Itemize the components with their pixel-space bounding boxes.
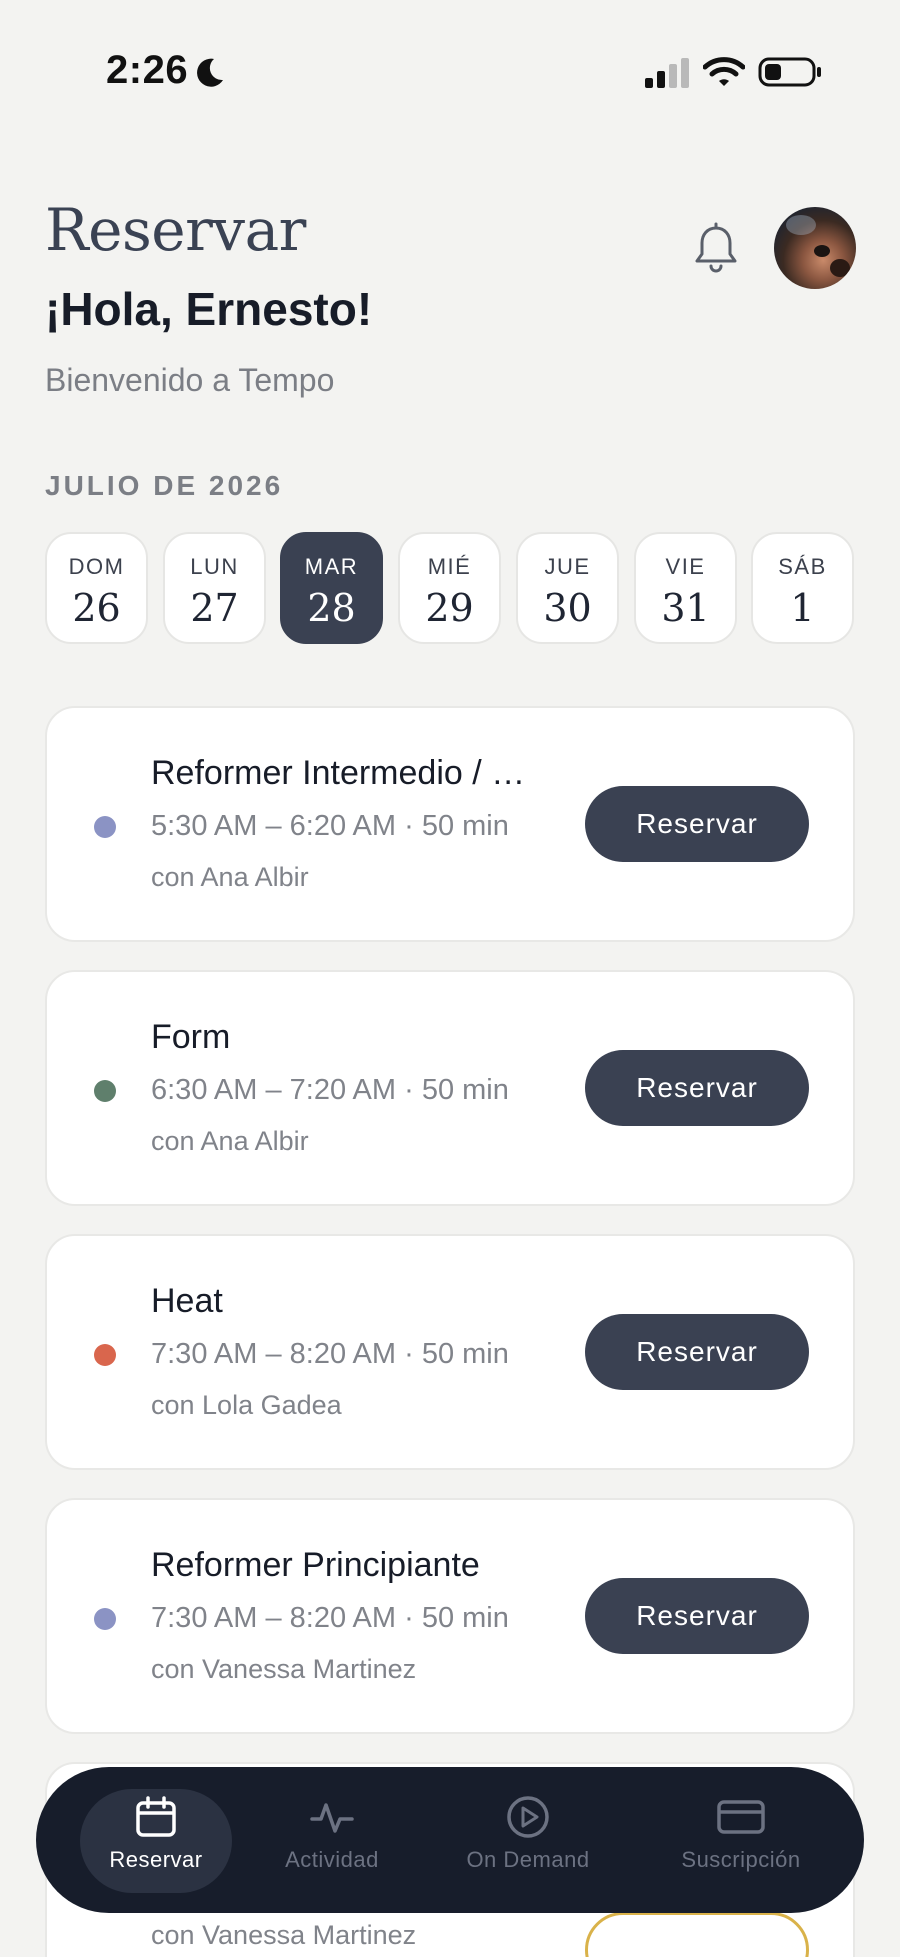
day-selector: DOM 26 LUN 27 MAR 28 MIÉ 29 JUE 30 VIE 3… — [45, 532, 857, 644]
day-number: 31 — [661, 586, 710, 630]
class-color-dot — [94, 1608, 116, 1630]
day-number: 26 — [72, 586, 121, 630]
calendar-icon — [136, 1796, 176, 1837]
class-name: Heat — [151, 1282, 223, 1320]
class-name: Reformer Intermedio / … — [151, 754, 526, 792]
class-time: 5:30 AM – 6:20 AM · 50 min — [151, 810, 509, 842]
welcome-text: Bienvenido a Tempo — [45, 362, 335, 398]
day-number: 27 — [190, 586, 239, 630]
day-of-week: VIE — [665, 554, 706, 579]
nav-item-actividad[interactable]: Actividad — [256, 1789, 408, 1893]
class-instructor: con Vanessa Martinez — [151, 1920, 417, 1950]
battery-icon — [758, 57, 821, 87]
class-name: Reformer Principiante — [151, 1546, 480, 1584]
day-chip-sat-1[interactable]: SÁB 1 — [751, 532, 854, 644]
play-circle-icon — [507, 1796, 549, 1838]
day-number: 30 — [543, 586, 592, 630]
reserve-button[interactable]: Reservar — [585, 786, 809, 862]
day-chip-mon-27[interactable]: LUN 27 — [163, 532, 266, 644]
notification-bell-icon[interactable] — [692, 222, 740, 274]
status-time: 2:26 — [106, 48, 189, 92]
wifi-icon — [703, 57, 745, 86]
app-screen: 2:26 Reservar ¡Hola, Ernesto! Bienvenido… — [0, 0, 900, 1957]
class-time: 7:30 AM – 8:20 AM · 50 min — [151, 1602, 509, 1634]
day-of-week: JUE — [544, 554, 591, 579]
status-bar: 2:26 — [0, 0, 900, 140]
day-of-week: MIÉ — [427, 554, 472, 579]
day-number: 28 — [307, 586, 356, 630]
bottom-nav: Reservar Actividad On Demand Suscripción — [36, 1767, 864, 1913]
credit-card-icon — [717, 1800, 765, 1834]
activity-icon — [310, 1803, 354, 1833]
reserve-button[interactable]: Reservar — [585, 1578, 809, 1654]
class-card[interactable]: Reformer Principiante 7:30 AM – 8:20 AM … — [45, 1498, 855, 1734]
class-color-dot — [94, 816, 116, 838]
class-instructor: con Lola Gadea — [151, 1390, 342, 1420]
day-of-week: LUN — [190, 554, 239, 579]
day-chip-fri-31[interactable]: VIE 31 — [634, 532, 737, 644]
nav-item-suscripcion[interactable]: Suscripción — [646, 1789, 836, 1893]
nav-item-on-demand[interactable]: On Demand — [440, 1789, 616, 1893]
class-time: 6:30 AM – 7:20 AM · 50 min — [151, 1074, 509, 1106]
day-of-week: SÁB — [778, 554, 827, 579]
month-label: JULIO DE 2026 — [45, 470, 284, 501]
class-card[interactable]: Heat 7:30 AM – 8:20 AM · 50 min con Lola… — [45, 1234, 855, 1470]
nav-label: Reservar — [109, 1847, 203, 1872]
page-title: Reservar — [45, 196, 306, 264]
reserve-button[interactable]: Reservar — [585, 1314, 809, 1390]
reserve-button-partial[interactable] — [585, 1912, 809, 1957]
user-avatar[interactable] — [774, 207, 856, 289]
day-number: 29 — [425, 586, 474, 630]
day-chip-sun-26[interactable]: DOM 26 — [45, 532, 148, 644]
class-name: Form — [151, 1018, 231, 1056]
class-instructor: con Vanessa Martinez — [151, 1654, 417, 1684]
cellular-signal-icon — [645, 58, 689, 88]
reserve-button[interactable]: Reservar — [585, 1050, 809, 1126]
day-of-week: DOM — [68, 554, 125, 579]
nav-item-reservar[interactable]: Reservar — [80, 1789, 232, 1893]
day-number: 1 — [790, 586, 815, 630]
day-of-week: MAR — [304, 554, 359, 579]
day-chip-wed-29[interactable]: MIÉ 29 — [398, 532, 501, 644]
class-card[interactable]: Reformer Intermedio / … 5:30 AM – 6:20 A… — [45, 706, 855, 942]
class-instructor: con Ana Albir — [151, 862, 309, 892]
nav-label: Suscripción — [681, 1847, 801, 1872]
class-color-dot — [94, 1080, 116, 1102]
class-instructor: con Ana Albir — [151, 1126, 309, 1156]
moon-icon — [197, 58, 223, 87]
class-color-dot — [94, 1344, 116, 1366]
day-chip-tue-28-selected[interactable]: MAR 28 — [280, 532, 383, 644]
day-chip-thu-30[interactable]: JUE 30 — [516, 532, 619, 644]
nav-label: On Demand — [466, 1847, 590, 1872]
class-card[interactable]: Form 6:30 AM – 7:20 AM · 50 min con Ana … — [45, 970, 855, 1206]
nav-label: Actividad — [285, 1847, 379, 1872]
class-time: 7:30 AM – 8:20 AM · 50 min — [151, 1338, 509, 1370]
greeting-text: ¡Hola, Ernesto! — [45, 283, 373, 335]
